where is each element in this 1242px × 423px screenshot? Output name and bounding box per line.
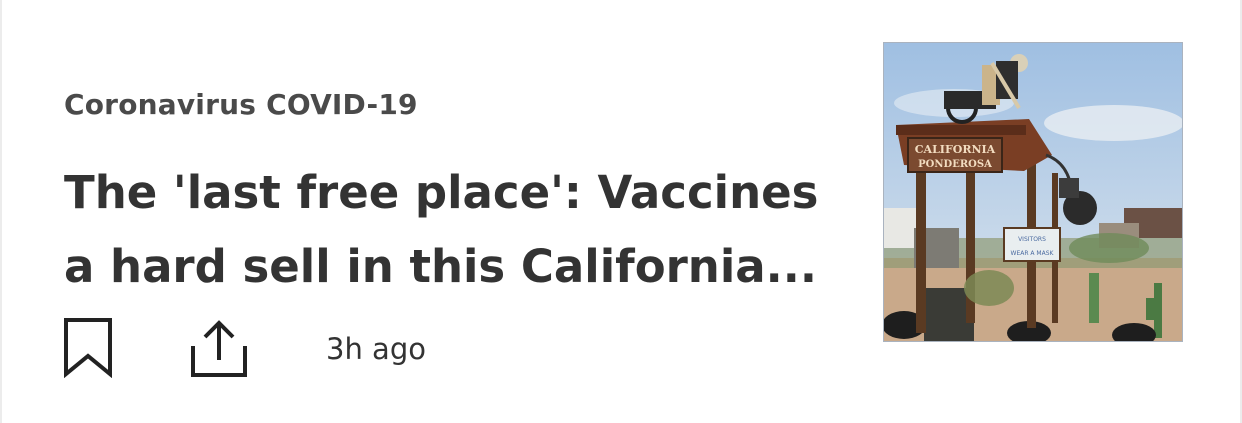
category-label[interactable]: Coronavirus COVID-19 [64,88,418,121]
bookmark-icon [64,318,112,379]
sign-text-2: PONDEROSA [918,159,992,170]
sign-text-1: CALIFORNIA [915,143,996,156]
timestamp: 3h ago [326,332,426,366]
bookmark-button[interactable] [64,318,112,379]
news-card[interactable]: Coronavirus COVID-19 The 'last free plac… [0,0,1242,423]
article-thumbnail[interactable]: CALIFORNIA PONDEROSA VISITORS WEAR A MAS… [883,42,1183,342]
share-button[interactable] [191,320,247,378]
small-sign-text-2: WEAR A MASK [1011,250,1055,257]
small-sign-text-1: VISITORS [1018,236,1046,243]
share-icon [191,320,247,377]
article-actions: 3h ago [64,318,764,379]
thumbnail-image: CALIFORNIA PONDEROSA VISITORS WEAR A MAS… [884,43,1182,341]
article-headline[interactable]: The 'last free place': Vaccines a hard s… [64,156,854,304]
